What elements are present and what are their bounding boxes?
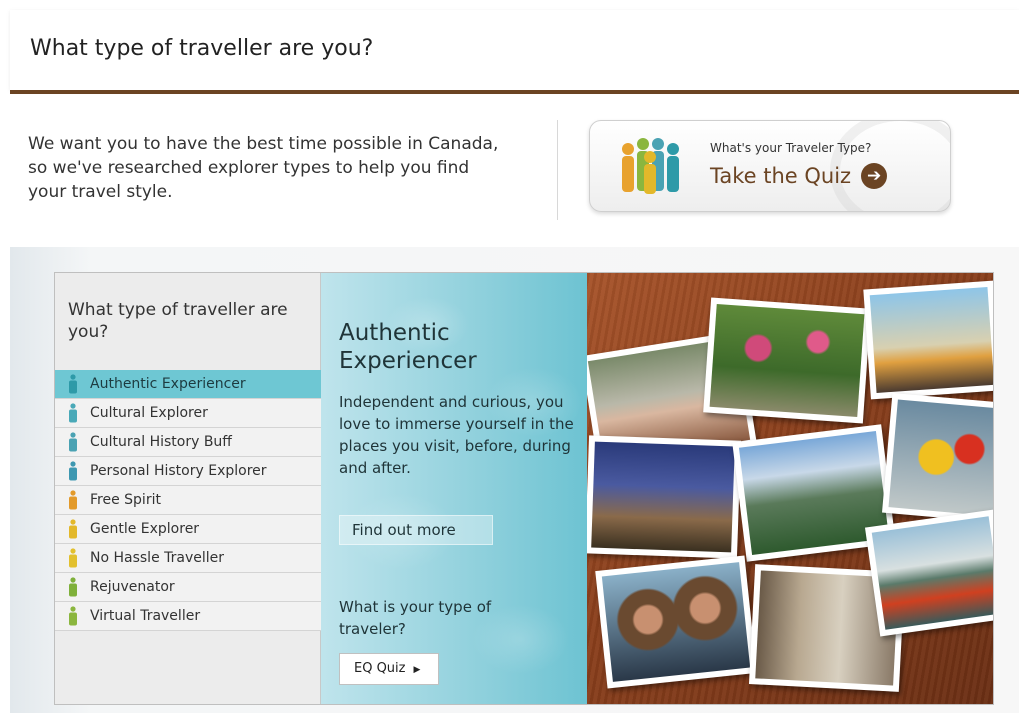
- photo-collage: [587, 273, 993, 704]
- sidebar-title: What type of traveller are you?: [68, 300, 288, 342]
- person-icon: [69, 403, 77, 423]
- photo-garden: [703, 297, 871, 424]
- type-item[interactable]: No Hassle Traveller: [55, 544, 321, 573]
- person-icon: [69, 519, 77, 539]
- type-question: What is your type of traveler?: [339, 598, 492, 638]
- type-sidebar: What type of traveller are you? Authenti…: [55, 273, 321, 704]
- type-item[interactable]: Cultural Explorer: [55, 399, 321, 428]
- type-list: Authentic Experiencer Cultural Explorer Cu…: [55, 370, 321, 631]
- people-group-icon: [622, 138, 679, 194]
- quiz-subtitle: What's your Traveler Type?: [710, 141, 872, 155]
- person-icon: [69, 432, 77, 452]
- detail-title: Authentic Experiencer: [339, 320, 477, 374]
- person-icon: [69, 577, 77, 597]
- arrow-right-icon: ➔: [861, 163, 888, 189]
- type-item[interactable]: Cultural History Buff: [55, 428, 321, 457]
- header-divider: [10, 90, 1019, 94]
- type-item[interactable]: Free Spirit: [55, 486, 321, 515]
- person-icon: [69, 461, 77, 481]
- type-detail-panel: Authentic Experiencer Independent and cu…: [321, 273, 587, 704]
- type-item-label: Cultural History Buff: [90, 434, 232, 450]
- quiz-label-row: Take the Quiz ➔: [710, 163, 888, 189]
- person-icon: [69, 490, 77, 510]
- type-item-label: Cultural Explorer: [90, 405, 208, 421]
- type-item[interactable]: Rejuvenator: [55, 573, 321, 602]
- photo-jumping: [863, 280, 993, 400]
- photo-lake-kayak: [864, 509, 993, 637]
- type-item[interactable]: Personal History Explorer: [55, 457, 321, 486]
- play-arrow-icon: ▶: [413, 665, 421, 675]
- type-item-label: Virtual Traveller: [90, 608, 201, 624]
- page-title: What type of traveller are you?: [30, 36, 374, 61]
- find-out-more-button[interactable]: Find out more: [339, 515, 493, 545]
- eq-quiz-button[interactable]: EQ Quiz ▶: [339, 653, 439, 685]
- take-the-quiz-button[interactable]: What's your Traveler Type? Take the Quiz…: [589, 120, 951, 212]
- photo-city-night: [587, 435, 742, 559]
- type-item-label: Rejuvenator: [90, 579, 175, 595]
- person-icon: [69, 374, 77, 394]
- eq-quiz-label: EQ Quiz: [354, 661, 406, 676]
- photo-rafting: [881, 392, 993, 524]
- detail-description: Independent and curious, you love to imm…: [339, 393, 574, 477]
- intro-text: We want you to have the best time possib…: [28, 134, 499, 202]
- person-icon: [69, 548, 77, 568]
- type-item[interactable]: Gentle Explorer: [55, 515, 321, 544]
- type-item-label: No Hassle Traveller: [90, 550, 225, 566]
- type-item-label: Gentle Explorer: [90, 521, 200, 537]
- page-header: What type of traveller are you?: [10, 10, 1019, 90]
- type-item-label: Personal History Explorer: [90, 463, 267, 479]
- photo-inuit: [595, 555, 757, 689]
- traveller-type-widget: What type of traveller are you? Authenti…: [54, 272, 994, 705]
- type-item-label: Authentic Experiencer: [90, 376, 246, 392]
- type-item[interactable]: Authentic Experiencer: [55, 370, 321, 399]
- type-item-label: Free Spirit: [90, 492, 161, 508]
- person-icon: [69, 606, 77, 626]
- quiz-label: Take the Quiz: [710, 164, 852, 188]
- type-item[interactable]: Virtual Traveller: [55, 602, 321, 631]
- vertical-divider: [557, 120, 558, 220]
